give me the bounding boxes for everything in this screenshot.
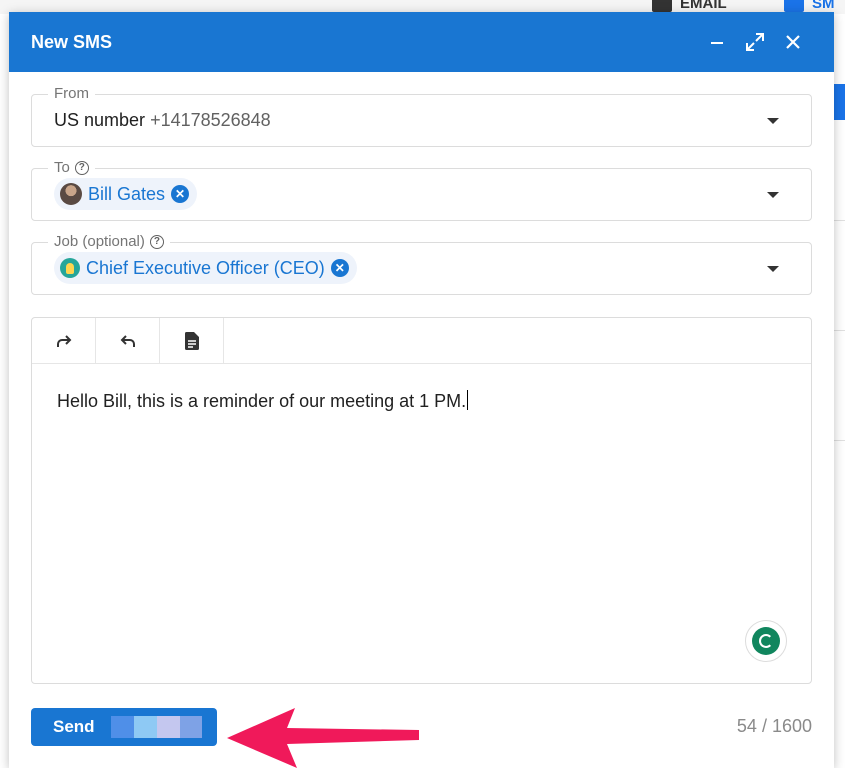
background-divider — [834, 330, 845, 331]
grammarly-icon — [752, 627, 780, 655]
message-text[interactable]: Hello Bill, this is a reminder of our me… — [57, 390, 469, 412]
blurred-recipient — [110, 716, 202, 738]
job-chip-label: Chief Executive Officer (CEO) — [86, 257, 325, 278]
dialog-title: New SMS — [31, 31, 113, 52]
minimize-button[interactable] — [698, 24, 736, 60]
message-content: Hello Bill, this is a reminder of our me… — [57, 391, 467, 411]
annotation-arrow-icon — [227, 708, 419, 768]
recipient-chip[interactable]: Bill Gates ✕ — [54, 178, 198, 210]
minimize-icon — [711, 42, 723, 44]
job-chip[interactable]: Chief Executive Officer (CEO) ✕ — [54, 252, 357, 284]
to-label: To ? — [48, 159, 95, 176]
from-value: US number +14178526848 — [54, 110, 271, 131]
dialog-header: New SMS — [9, 12, 834, 72]
background-sms-tab-label: SM — [812, 0, 835, 12]
expand-icon — [746, 33, 764, 51]
document-icon — [184, 332, 199, 350]
chevron-down-icon[interactable] — [767, 266, 779, 272]
background-sms-tab[interactable]: SM — [784, 0, 835, 12]
from-value-type: US number — [54, 110, 146, 130]
undo-button[interactable] — [96, 318, 160, 364]
help-icon[interactable]: ? — [74, 160, 89, 175]
grammarly-button[interactable] — [745, 620, 787, 662]
redo-icon — [56, 335, 71, 347]
close-icon — [786, 35, 800, 49]
from-value-number: +14178526848 — [150, 110, 271, 130]
background-divider — [834, 220, 845, 221]
recipient-chip-label: Bill Gates — [88, 183, 166, 204]
chevron-down-icon[interactable] — [767, 192, 779, 198]
sms-icon — [784, 0, 804, 12]
remove-recipient-icon[interactable]: ✕ — [171, 185, 190, 203]
redo-button[interactable] — [32, 318, 96, 364]
from-select[interactable]: From US number +14178526848 — [31, 85, 812, 147]
background-email-tab-label: EMAIL — [680, 0, 727, 12]
chevron-down-icon[interactable] — [767, 118, 779, 124]
help-icon[interactable]: ? — [149, 234, 164, 249]
undo-icon — [120, 335, 135, 347]
text-cursor — [467, 390, 469, 410]
expand-button[interactable] — [736, 24, 774, 60]
background-divider — [834, 440, 845, 441]
to-select[interactable]: To ? Bill Gates ✕ — [31, 159, 812, 221]
background-blue-button[interactable] — [834, 84, 845, 120]
avatar — [60, 183, 82, 205]
send-button-label: Send — [53, 717, 95, 736]
email-icon — [652, 0, 672, 12]
remove-job-icon[interactable]: ✕ — [330, 259, 349, 277]
lightbulb-icon — [60, 258, 80, 278]
to-label-text: To — [54, 159, 70, 176]
close-button[interactable] — [774, 24, 812, 60]
send-button[interactable]: Send — [31, 708, 217, 746]
job-label: Job (optional) ? — [48, 233, 170, 250]
from-label: From — [48, 85, 95, 102]
job-label-text: Job (optional) — [54, 233, 145, 250]
editor-toolbar — [32, 318, 811, 364]
from-label-text: From — [54, 85, 89, 102]
character-counter: 54 / 1600 — [736, 716, 812, 736]
template-button[interactable] — [160, 318, 224, 364]
new-sms-dialog: New SMS From US number +14178526848 To ?… — [9, 12, 834, 768]
job-select[interactable]: Job (optional) ? Chief Executive Officer… — [31, 233, 812, 295]
message-editor[interactable]: Hello Bill, this is a reminder of our me… — [31, 317, 812, 684]
background-email-tab[interactable]: EMAIL — [652, 0, 727, 12]
